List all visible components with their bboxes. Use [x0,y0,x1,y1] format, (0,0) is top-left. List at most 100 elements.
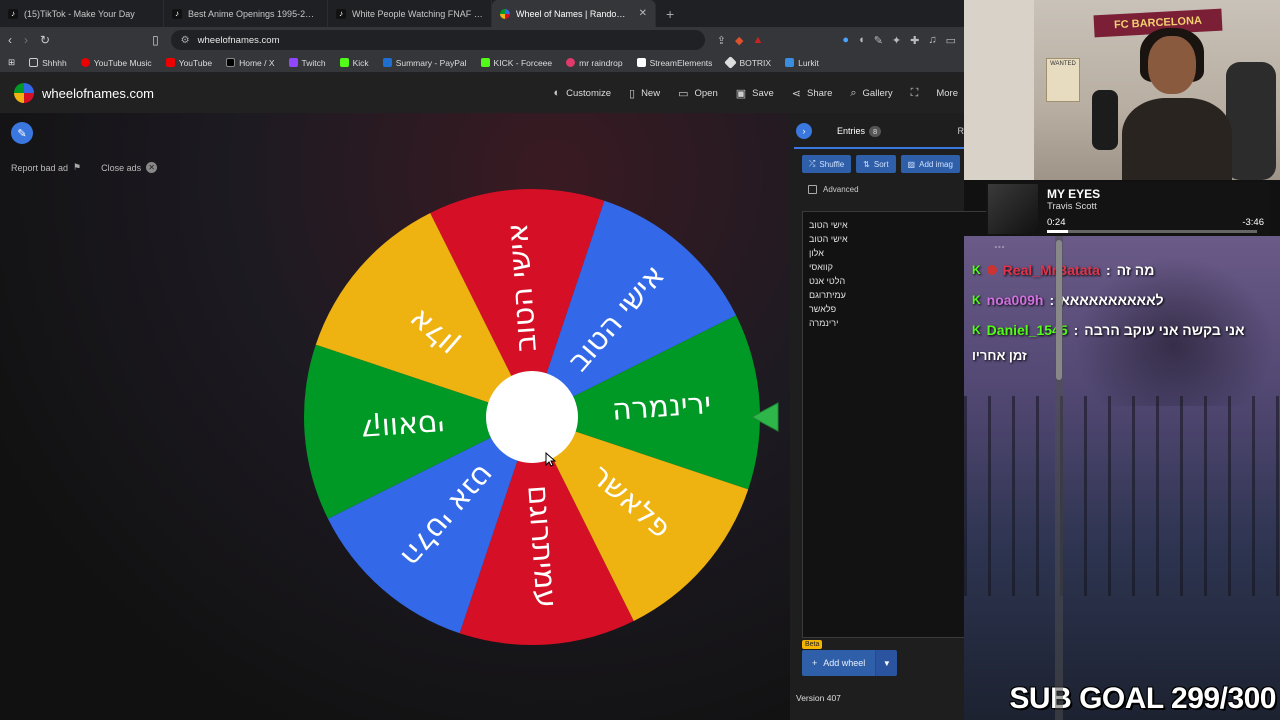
nav-label: New [641,87,661,99]
bookmark-label: Kick [352,57,369,68]
app-nav: ◐ Customize ▯ New ▭ Open ▣ Save ⋖ Share ⌕ Gall… [553,73,964,113]
streamer-body [1122,98,1232,180]
extension-icon[interactable]: ✦ [892,34,901,47]
address-bar-row: ‹ › ↻ ▯ ⚙ wheelofnames.com ⇪ ◆ ▲ ● ◖ ✎ ✦… [0,27,964,53]
screen: ♪ (15)TikTok - Make Your Day ♪ Best Anim… [0,0,1280,720]
chat-message: K Daniel_1545 : אני בקשה אני עוקב הרבה [972,322,1245,338]
tab-fnaf-lore[interactable]: ♪ White People Watching FNAF Lore | T [328,0,492,27]
back-icon[interactable]: ‹ [8,33,12,47]
bookmark-item[interactable]: Twitch [288,58,326,68]
collapse-panel-button[interactable]: › [796,123,812,139]
nav-label: Share [807,87,833,99]
close-ads-link[interactable]: Close ads ✕ [101,162,158,173]
nav-label: Customize [566,87,611,99]
entries-tab-label: Entries [837,126,866,136]
sort-button[interactable]: ⇅ Sort [856,155,896,173]
bookmark-label: Summary - PayPal [395,57,467,68]
version-text: Version 407 [796,693,841,703]
forward-icon[interactable]: › [24,33,28,47]
twitch-icon [288,58,298,67]
advanced-checkbox[interactable] [808,185,817,194]
tab-entries[interactable]: Entries 8 [837,125,882,137]
extension-icon[interactable]: ◖ [858,34,865,47]
bookmark-item[interactable]: BOTRIX [724,56,771,69]
tab-wheel-of-names[interactable]: Wheel of Names | Random na ✕ [492,0,656,27]
bookmark-item[interactable]: Summary - PayPal [382,57,467,68]
share-icon[interactable]: ⇪ [717,34,726,47]
reload-icon[interactable]: ↻ [40,33,50,47]
kick-icon [480,58,490,67]
share-button[interactable]: ⋖ Share [792,87,833,100]
flag-icon: ⚑ [73,162,82,172]
bookmark-item[interactable]: mr raindrop [566,58,623,68]
bookmark-item[interactable]: YouTube [165,58,212,68]
tab-tiktok[interactable]: ♪ (15)TikTok - Make Your Day [0,0,164,27]
new-tab-button[interactable]: + [656,6,684,22]
save-button[interactable]: ▣ Save [736,87,774,100]
bookmark-item[interactable]: Lurkit [785,58,819,68]
apps-icon[interactable]: ⊞ [8,57,15,68]
add-image-label: Add imag [919,159,953,169]
extension-icon[interactable]: ● [842,34,849,47]
bookmark-item[interactable]: KICK - Forceee [480,58,552,68]
panel-scrollbar[interactable] [1055,236,1063,720]
streamelements-icon [636,58,646,67]
bookmark-label: Lurkit [798,57,819,68]
brave-rewards-icon[interactable]: ▲ [752,34,763,47]
add-wheel-label: Add wheel [823,658,866,668]
puzzle-icon[interactable]: ✚ [910,34,919,47]
chat-text: לאאאאאאאאאא [1060,292,1164,308]
wheel-center-button[interactable] [486,371,578,463]
shuffle-icon: ⤮ [809,159,816,168]
new-button[interactable]: ▯ New [629,87,660,100]
report-bad-ad-link[interactable]: Report bad ad ⚑ [11,162,81,173]
url-bar[interactable]: ⚙ wheelofnames.com [170,30,705,50]
youtube-music-icon [80,58,90,67]
bookmark-item[interactable]: Kick [339,57,369,68]
close-tab-icon[interactable]: ✕ [639,8,647,19]
sidebar-icon[interactable]: ▭ [946,34,956,47]
youtube-icon [165,58,175,67]
bookmark-item[interactable]: StreamElements [636,57,713,68]
tab-title: Wheel of Names | Random na [516,8,633,19]
entries-count-badge: 8 [869,125,882,137]
site-info-icon[interactable]: ⚙ [181,35,190,46]
wheel-logo-icon [14,83,34,103]
extension-icon[interactable]: ✎ [874,34,883,47]
tab-anime-openings[interactable]: ♪ Best Anime Openings 1995-2026 | Pa [164,0,328,27]
wheel-stage: ✎ Report bad ad ⚑ Close ads ✕ ירינמרה פלאשר… [0,113,790,720]
add-wheel-button[interactable]: + Add wheel [802,650,876,676]
open-button[interactable]: ▭ Open [678,87,718,100]
bookmark-icon[interactable]: ▯ [152,33,159,47]
more-button[interactable]: More [936,88,958,99]
bookmark-item[interactable]: Shhhh [29,58,67,68]
tiktok-icon: ♪ [8,8,18,19]
brave-shield-icon[interactable]: ◆ [735,34,743,47]
nav-label: Open [694,87,718,99]
add-wheel-dropdown[interactable]: ▼ [875,650,898,676]
chat-message-continuation: זמן אחריו [972,348,1027,363]
fullscreen-button[interactable]: ⛶ [911,87,919,100]
advanced-toggle[interactable]: Advanced [808,185,859,194]
add-image-button[interactable]: ▨ Add imag [900,155,960,173]
site-logo[interactable]: wheelofnames.com [14,83,154,103]
active-tab-indicator [794,147,964,149]
tiktok-icon: ♪ [172,8,182,19]
bookmark-item[interactable]: Home / X [226,58,275,68]
shuffle-button[interactable]: ⤮ Shuffle [802,155,852,173]
bookmark-item[interactable]: YouTube Music [80,58,152,68]
spin-wheel[interactable]: ירינמרהפלאשרעמיתרוגםהלטי אנטקוואסיאלון אי… [300,185,790,655]
edit-pencil-icon[interactable]: ✎ [11,122,33,144]
ad-links: Report bad ad ⚑ Close ads ✕ [11,162,158,173]
chat-username: Real_MrBatata [1002,262,1100,278]
streamer [1122,28,1232,180]
media-icon[interactable]: ♫ [928,34,936,47]
kick-icon: K [972,263,981,277]
bookmark-label: StreamElements [649,57,713,68]
scrollbar-thumb[interactable] [1056,240,1062,380]
wheel-icon [500,8,510,19]
app-header: wheelofnames.com ◐ Customize ▯ New ▭ Open ▣… [0,73,964,113]
streamer-face [1148,36,1196,94]
gallery-button[interactable]: ⌕ Gallery [850,87,892,100]
customize-button[interactable]: ◐ Customize [553,87,611,99]
